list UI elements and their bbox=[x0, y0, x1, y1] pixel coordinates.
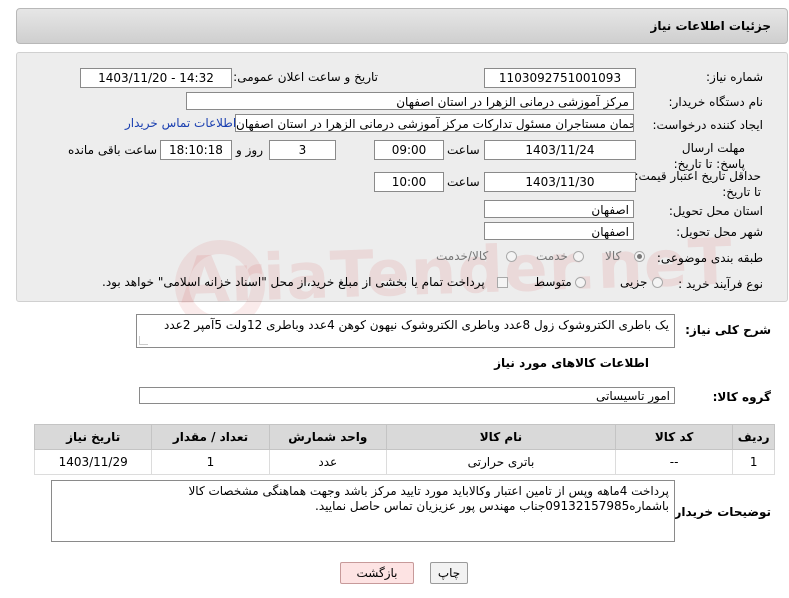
table-cell: عدد bbox=[268, 449, 387, 475]
buyer-contact-link[interactable]: اطلاعات تماس خریدار bbox=[125, 116, 236, 130]
buyer-org-label: نام دستگاه خریدار: bbox=[668, 95, 764, 109]
process-medium-radio[interactable] bbox=[575, 277, 586, 288]
announce-label: تاریخ و ساعت اعلان عمومی: bbox=[233, 70, 378, 84]
min-price-time-label: ساعت bbox=[447, 175, 480, 189]
category-service-radio[interactable] bbox=[573, 251, 584, 262]
province-field: اصفهان bbox=[484, 200, 634, 218]
buyer-notes-textarea[interactable]: پرداخت 4ماهه وپس از تامین اعتبار وکالابا… bbox=[51, 480, 675, 542]
remaining-time-field: 18:10:18 bbox=[160, 140, 232, 160]
buyer-notes-label: توضیحات خریدار: bbox=[669, 505, 771, 519]
buyer-notes-text: پرداخت 4ماهه وپس از تامین اعتبار وکالابا… bbox=[188, 484, 669, 513]
process-minor-radio[interactable] bbox=[652, 277, 663, 288]
buyer-org-field: مرکز آموزشی درمانی الزهرا در استان اصفها… bbox=[186, 92, 634, 110]
table-cell: 1403/11/29 bbox=[33, 449, 153, 475]
goods-group-field: امور تاسیساتی bbox=[139, 387, 675, 404]
category-goods-radio[interactable] bbox=[634, 251, 645, 262]
min-price-date-field: 1403/11/30 bbox=[484, 172, 636, 192]
table-cell: -- bbox=[614, 449, 734, 475]
need-number-field: 1103092751001093 bbox=[484, 68, 636, 88]
column-header: واحد شمارش bbox=[268, 424, 387, 450]
min-price-time-field: 10:00 bbox=[374, 172, 444, 192]
page-title: جزئیات اطلاعات نیاز bbox=[650, 19, 771, 33]
process-medium-label: متوسط bbox=[534, 275, 572, 289]
announce-field: 1403/11/20 - 14:32 bbox=[80, 68, 232, 88]
need-number-label: شماره نیاز: bbox=[706, 70, 763, 84]
province-label: استان محل تحویل: bbox=[668, 204, 763, 218]
days-label: روز و bbox=[236, 143, 263, 157]
back-button[interactable]: بازگشت bbox=[340, 562, 414, 584]
days-field: 3 bbox=[269, 140, 336, 160]
goods-group-label: گروه کالا: bbox=[712, 390, 771, 404]
process-label: نوع فرآیند خرید : bbox=[678, 277, 763, 291]
description-label: شرح کلی نیاز: bbox=[685, 323, 771, 337]
min-price-label: حداقل تاریخ اعتبار قیمت: تا تاریخ: bbox=[634, 169, 761, 199]
column-header: کد کالا bbox=[614, 424, 734, 450]
remaining-label: ساعت باقی مانده bbox=[68, 143, 158, 157]
column-header: تعداد / مقدار bbox=[151, 424, 270, 450]
deadline-time-label: ساعت bbox=[447, 143, 480, 157]
table-row: 1 -- باتری حرارتی عدد 1 1403/11/29 bbox=[33, 449, 775, 475]
city-field: اصفهان bbox=[484, 222, 634, 240]
column-header: تاریخ نیاز bbox=[33, 424, 153, 450]
category-goods-label: کالا bbox=[605, 249, 622, 263]
deadline-date-field: 1403/11/24 bbox=[484, 140, 636, 160]
requester-label: ایجاد کننده درخواست: bbox=[652, 118, 763, 132]
table-header-row: ردیف کد کالا نام کالا واحد شمارش تعداد /… bbox=[33, 424, 775, 450]
category-label: طبقه بندی موضوعی: bbox=[656, 251, 763, 265]
resize-handle-icon[interactable] bbox=[139, 336, 148, 345]
city-label: شهر محل تحویل: bbox=[676, 225, 763, 239]
deadline-time-field: 09:00 bbox=[374, 140, 444, 160]
treasury-payment-checkbox[interactable] bbox=[497, 277, 508, 288]
process-minor-label: جزیی bbox=[620, 275, 648, 289]
goods-table: ردیف کد کالا نام کالا واحد شمارش تعداد /… bbox=[33, 424, 775, 475]
page-header: جزئیات اطلاعات نیاز bbox=[16, 8, 788, 44]
goods-section-title: اطلاعات کالاهای مورد نیاز bbox=[494, 356, 649, 370]
table-cell: باتری حرارتی bbox=[385, 449, 616, 475]
category-both-label: کالا/خدمت bbox=[436, 249, 489, 263]
table-cell: 1 bbox=[151, 449, 270, 475]
column-header: نام کالا bbox=[385, 424, 616, 450]
category-both-radio[interactable] bbox=[506, 251, 517, 262]
column-header: ردیف bbox=[732, 424, 775, 450]
print-button[interactable]: چاپ bbox=[430, 562, 468, 584]
description-text: یک باطری الکتروشوک زول 8عدد وباطری الکتر… bbox=[164, 318, 669, 332]
table-cell: 1 bbox=[732, 449, 775, 475]
requester-field: رحمان مستاجران مسئول تدارکات مرکز آموزشی… bbox=[235, 114, 634, 132]
treasury-payment-text: پرداخت تمام یا بخشی از مبلغ خرید،از محل … bbox=[102, 275, 485, 289]
description-textarea[interactable]: یک باطری الکتروشوک زول 8عدد وباطری الکتر… bbox=[136, 314, 675, 348]
category-service-label: خدمت bbox=[536, 249, 568, 263]
